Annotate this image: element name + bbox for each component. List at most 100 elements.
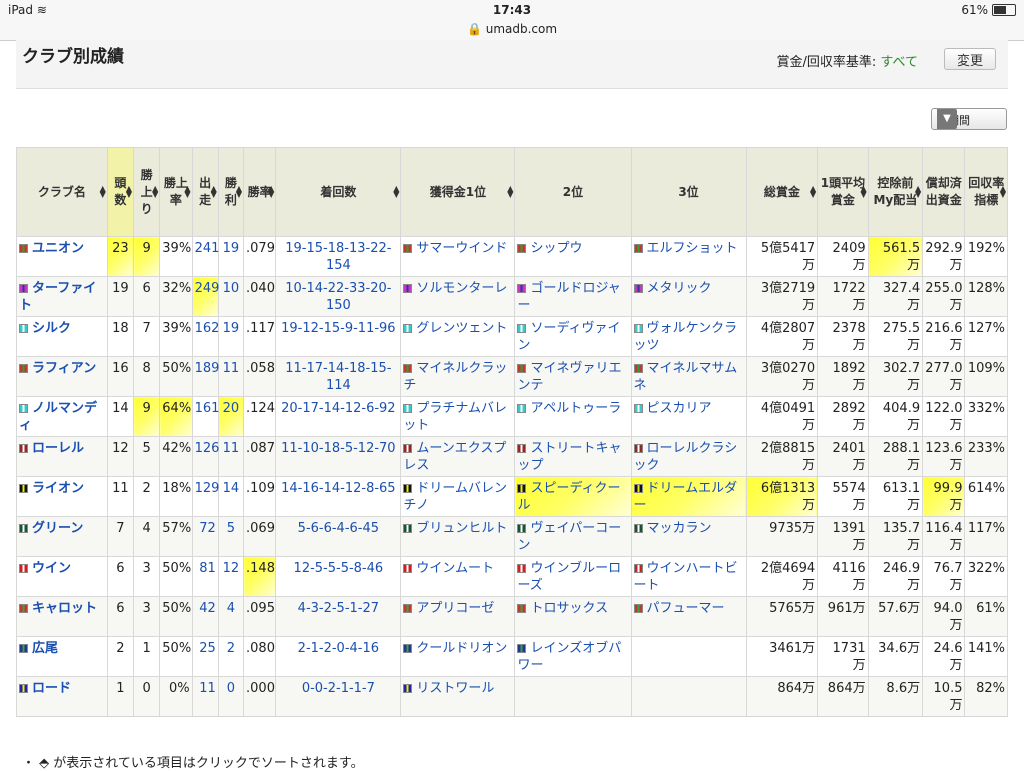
- earnings-1st-cell[interactable]: アプリコーゼ: [400, 596, 516, 637]
- address-bar[interactable]: 🔒 umadb.com: [0, 20, 1024, 41]
- club-name-cell[interactable]: ライオン: [16, 476, 108, 517]
- wins-cell[interactable]: 12: [217, 556, 245, 597]
- earnings-1st-cell[interactable]: ウインムート: [400, 556, 516, 597]
- wins-cell[interactable]: 14: [217, 476, 245, 517]
- period-select[interactable]: 全期間 ▼: [931, 108, 1007, 130]
- earnings-1st-cell[interactable]: ブリュンヒルト: [400, 516, 516, 557]
- starts-cell[interactable]: 42: [191, 596, 219, 637]
- club-name-cell[interactable]: ユニオン: [16, 236, 108, 277]
- header-total-prize[interactable]: 総賞金 ▲ ▼: [745, 147, 819, 237]
- earnings-2nd-cell[interactable]: ヴェイパーコーン: [514, 516, 632, 557]
- club-name-cell[interactable]: ノルマンディ: [16, 396, 108, 437]
- header-starts[interactable]: 出走 ▲ ▼: [191, 147, 219, 237]
- placings-cell[interactable]: 11-17-14-18-15-114: [275, 356, 402, 397]
- wins-cell[interactable]: 4: [217, 596, 245, 637]
- club-name-cell[interactable]: ターファイト: [16, 276, 108, 317]
- header-placings[interactable]: 着回数 ▲ ▼: [275, 147, 402, 237]
- placings-cell[interactable]: 12-5-5-5-8-46: [275, 556, 402, 597]
- header-earnings-3rd[interactable]: 3位: [630, 147, 747, 237]
- earnings-2nd-cell[interactable]: ゴールドロジャー: [514, 276, 632, 317]
- earnings-1st-cell[interactable]: プラチナムバレット: [400, 396, 516, 437]
- placings-cell[interactable]: 19-15-18-13-22-154: [275, 236, 402, 277]
- earnings-3rd-cell[interactable]: ウインハートビート: [630, 556, 747, 597]
- earnings-3rd-cell[interactable]: ドリームエルダー: [630, 476, 747, 517]
- earnings-1st-cell[interactable]: ドリームバレンチノ: [400, 476, 516, 517]
- wins-cell[interactable]: 5: [217, 516, 245, 557]
- wins-cell[interactable]: 10: [217, 276, 245, 317]
- placings-cell[interactable]: 2-1-2-0-4-16: [275, 636, 402, 677]
- club-name-cell[interactable]: ラフィアン: [16, 356, 108, 397]
- placings-cell[interactable]: 11-10-18-5-12-70: [275, 436, 402, 477]
- club-name-cell[interactable]: ローレル: [16, 436, 108, 477]
- starts-cell[interactable]: 11: [191, 676, 219, 717]
- earnings-3rd-cell[interactable]: エルフショット: [630, 236, 747, 277]
- placings-cell[interactable]: 19-12-15-9-11-96: [275, 316, 402, 357]
- starts-cell[interactable]: 25: [191, 636, 219, 677]
- wins-cell[interactable]: 11: [217, 436, 245, 477]
- header-avg-prize[interactable]: 1頭平均賞金 ▲ ▼: [817, 147, 869, 237]
- earnings-2nd-cell[interactable]: ソーディヴァイン: [514, 316, 632, 357]
- header-earnings-1st[interactable]: 獲得金1位 ▲ ▼: [400, 147, 516, 237]
- placings-cell[interactable]: 0-0-2-1-1-7: [275, 676, 402, 717]
- starts-cell[interactable]: 126: [191, 436, 219, 477]
- earnings-2nd-cell[interactable]: レインズオブパワー: [514, 636, 632, 677]
- header-win-up-rate[interactable]: 勝上率 ▲ ▼: [159, 147, 193, 237]
- header-return-index[interactable]: 回収率指標 ▲ ▼: [964, 147, 1008, 237]
- placings-cell[interactable]: 4-3-2-5-1-27: [275, 596, 402, 637]
- wins-cell[interactable]: 19: [217, 236, 245, 277]
- wins-cell[interactable]: 20: [217, 396, 245, 437]
- earnings-3rd-cell[interactable]: マッカラン: [630, 516, 747, 557]
- club-name-cell[interactable]: キャロット: [16, 596, 108, 637]
- earnings-1st-cell[interactable]: ムーンエクスプレス: [400, 436, 516, 477]
- starts-cell[interactable]: 129: [191, 476, 219, 517]
- earnings-2nd-cell[interactable]: シップウ: [514, 236, 632, 277]
- earnings-3rd-cell[interactable]: ローレルクラシック: [630, 436, 747, 477]
- placings-cell[interactable]: 14-16-14-12-8-65: [275, 476, 402, 517]
- earnings-2nd-cell[interactable]: マイネヴァリエンテ: [514, 356, 632, 397]
- earnings-1st-cell[interactable]: リストワール: [400, 676, 516, 717]
- header-my-dividend[interactable]: 控除前My配当 ▲ ▼: [867, 147, 924, 237]
- wins-cell[interactable]: 11: [217, 356, 245, 397]
- placings-cell[interactable]: 20-17-14-12-6-92: [275, 396, 402, 437]
- wins-cell[interactable]: 2: [217, 636, 245, 677]
- placings-cell[interactable]: 5-6-6-4-6-45: [275, 516, 402, 557]
- header-earnings-2nd[interactable]: 2位: [514, 147, 632, 237]
- starts-cell[interactable]: 249: [191, 276, 219, 317]
- earnings-1st-cell[interactable]: ソルモンターレ: [400, 276, 516, 317]
- earnings-3rd-cell[interactable]: ピスカリア: [630, 396, 747, 437]
- header-win-rate[interactable]: 勝率 ▲ ▼: [243, 147, 277, 237]
- header-win-up[interactable]: 勝上り ▲ ▼: [133, 147, 161, 237]
- club-name-cell[interactable]: シルク: [16, 316, 108, 357]
- wins-cell[interactable]: 0: [217, 676, 245, 717]
- starts-cell[interactable]: 72: [191, 516, 219, 557]
- earnings-2nd-cell[interactable]: アペルトゥーラ: [514, 396, 632, 437]
- starts-cell[interactable]: 162: [191, 316, 219, 357]
- earnings-2nd-cell[interactable]: ウインブルーローズ: [514, 556, 632, 597]
- earnings-3rd-cell[interactable]: ヴォルケンクラッツ: [630, 316, 747, 357]
- earnings-3rd-cell[interactable]: パフューマー: [630, 596, 747, 637]
- starts-cell[interactable]: 241: [191, 236, 219, 277]
- change-button[interactable]: 変更: [944, 48, 996, 70]
- earnings-3rd-cell[interactable]: メタリック: [630, 276, 747, 317]
- earnings-2nd-cell[interactable]: スピーディクール: [514, 476, 632, 517]
- club-name-cell[interactable]: 広尾: [16, 636, 108, 677]
- basis-value-link[interactable]: すべて: [880, 55, 918, 70]
- club-name-cell[interactable]: ロード: [16, 676, 108, 717]
- club-name-cell[interactable]: グリーン: [16, 516, 108, 557]
- header-heads[interactable]: 頭数 ▲ ▼: [106, 147, 135, 237]
- earnings-3rd-cell[interactable]: マイネルマサムネ: [630, 356, 747, 397]
- earnings-1st-cell[interactable]: マイネルクラッチ: [400, 356, 516, 397]
- earnings-2nd-cell[interactable]: トロサックス: [514, 596, 632, 637]
- earnings-1st-cell[interactable]: グレンツェント: [400, 316, 516, 357]
- earnings-1st-cell[interactable]: クールドリオン: [400, 636, 516, 677]
- header-wins[interactable]: 勝利 ▲ ▼: [217, 147, 245, 237]
- starts-cell[interactable]: 81: [191, 556, 219, 597]
- placings-cell[interactable]: 10-14-22-33-20-150: [275, 276, 402, 317]
- header-depreciated-capital[interactable]: 償却済出資金: [922, 147, 966, 237]
- header-club-name[interactable]: クラブ名 ▲ ▼: [16, 147, 108, 237]
- wins-cell[interactable]: 19: [217, 316, 245, 357]
- earnings-2nd-cell[interactable]: ストリートキャップ: [514, 436, 632, 477]
- club-name-cell[interactable]: ウイン: [16, 556, 108, 597]
- starts-cell[interactable]: 189: [191, 356, 219, 397]
- earnings-1st-cell[interactable]: サマーウインド: [400, 236, 516, 277]
